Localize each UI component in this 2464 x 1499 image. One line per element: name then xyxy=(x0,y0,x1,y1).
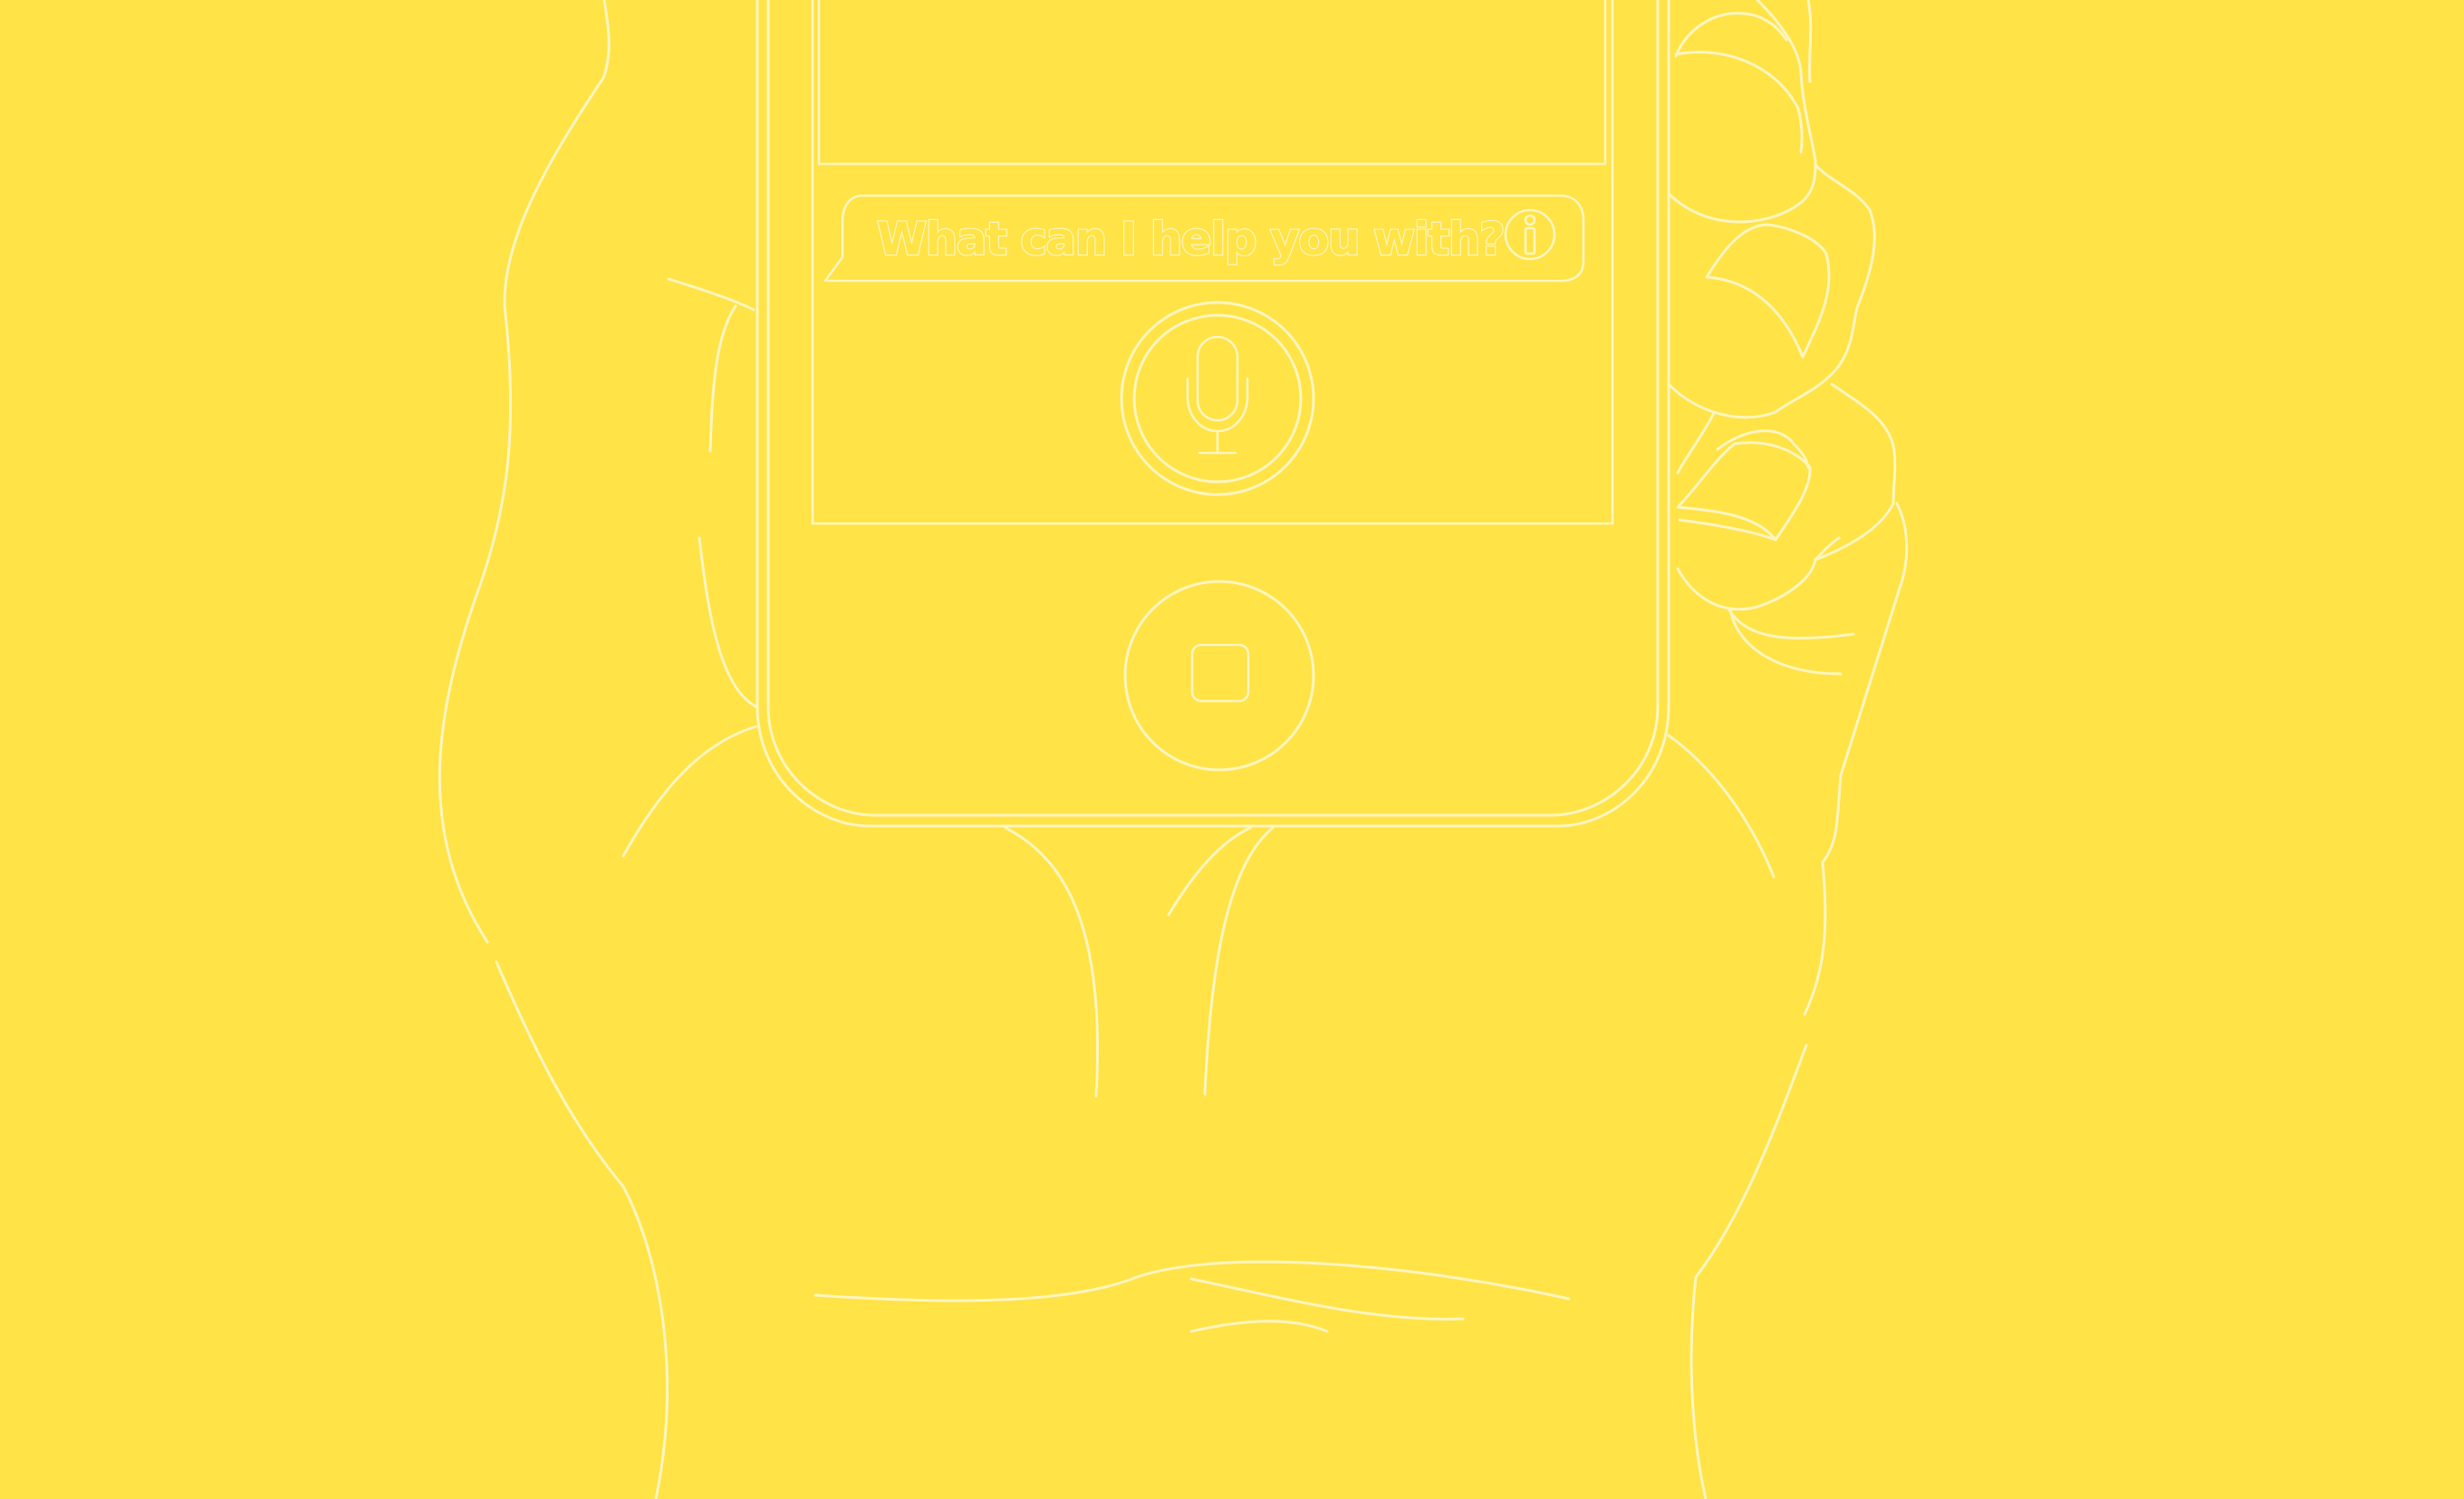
fingers xyxy=(1667,0,1909,864)
info-button[interactable] xyxy=(1504,208,1556,261)
microphone-button[interactable] xyxy=(1120,301,1315,496)
microphone-icon xyxy=(1186,335,1249,455)
home-button-icon xyxy=(1190,643,1250,703)
info-icon xyxy=(1524,214,1536,255)
home-button[interactable] xyxy=(1123,580,1315,772)
phone-in-hand-illustration: What can I help you with? xyxy=(438,0,1909,1499)
prompt-bubble: What can I help you with? xyxy=(823,194,1585,283)
prompt-text: What can I help you with? xyxy=(877,213,1504,265)
phone xyxy=(756,0,1670,828)
